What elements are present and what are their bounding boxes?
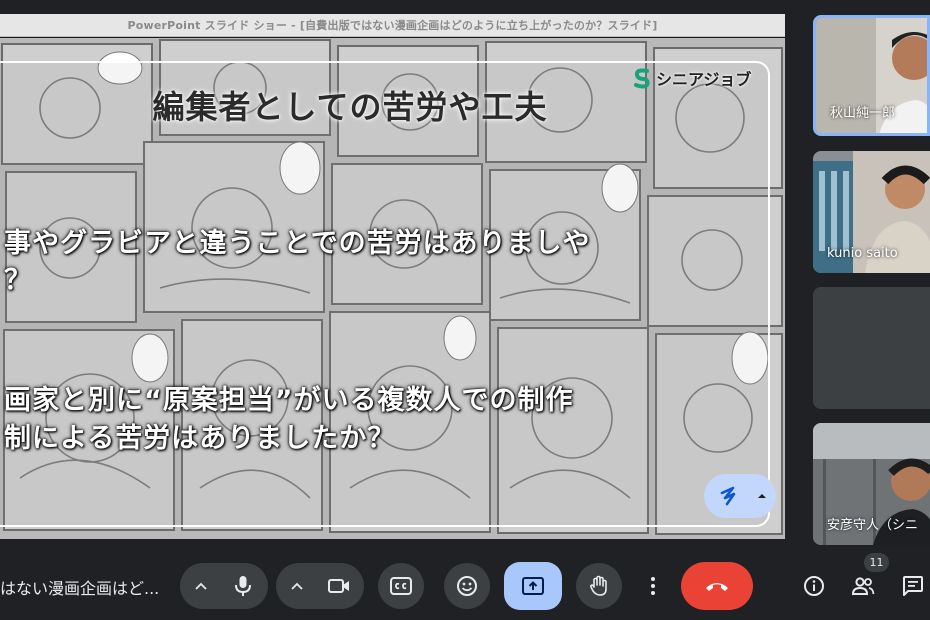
raise-hand-button[interactable] [576,563,622,609]
send-reaction-button[interactable] [444,563,490,609]
slide-text-line-1: 事やグラビアと違うことでの苦労はありましや [4,228,591,259]
participant-tile-no-video[interactable] [813,287,930,409]
emoji-icon [457,576,477,596]
call-end-icon [706,583,728,591]
participant-tile[interactable]: 安彦守人（シニ [813,423,930,545]
slide-content-frame [0,61,770,527]
camera-icon [328,579,349,593]
people-icon [851,577,875,595]
participant-name: kunio saito [827,246,898,261]
participant-name: 安彦守人（シニ [827,518,919,533]
present-icon [522,577,544,595]
present-now-button[interactable] [504,562,562,610]
participant-tile[interactable]: 秋山純一郎 [813,15,930,136]
slide-text-line-4: 制による苦労はありましたか？ [4,423,396,454]
captions-icon [390,577,412,595]
laser-pointer-icon[interactable] [718,485,740,507]
captions-button[interactable] [378,563,424,609]
chevron-up-icon[interactable] [756,488,768,504]
shared-presentation-window: PowerPoint スライド ショー - [自費出版ではない漫画企画はどのよう… [0,14,785,539]
participant-tile[interactable]: kunio saito [813,151,930,273]
chat-icon [903,576,923,596]
chat-button[interactable] [897,570,929,602]
slide-text-line-3: 画家と別に“原案担当”がいる複数人での制作 [4,385,574,416]
meeting-details-button[interactable] [798,570,830,602]
window-title: PowerPoint スライド ショー - [自費出版ではない漫画企画はどのよう… [127,19,658,32]
participant-name: 秋山純一郎 [830,106,896,121]
window-titlebar: PowerPoint スライド ショー - [自費出版ではない漫画企画はどのよう… [0,14,785,37]
microphone-icon [235,576,251,596]
slide-title: 編集者としての苦労や工夫 [152,88,548,126]
people-button[interactable] [847,570,879,602]
meeting-title: はない漫画企画はど... [0,579,160,598]
info-icon [804,576,824,596]
leave-call-button[interactable] [681,562,753,610]
slideshow-pen-control[interactable] [704,474,776,518]
microphone-button[interactable] [220,563,266,609]
chevron-up-icon [291,582,303,590]
raise-hand-icon [590,575,607,596]
video-options-button[interactable] [278,563,316,609]
chevron-up-icon [195,582,207,590]
slide: シニアジョブ 編集者としての苦労や工夫 事やグラビアと違うことでの苦労はありまし… [0,38,785,539]
more-options-button[interactable] [634,563,672,609]
more-vert-icon [651,577,655,595]
slide-text-line-2: ？ [4,265,32,296]
camera-button[interactable] [316,563,362,609]
audio-options-button[interactable] [182,563,220,609]
